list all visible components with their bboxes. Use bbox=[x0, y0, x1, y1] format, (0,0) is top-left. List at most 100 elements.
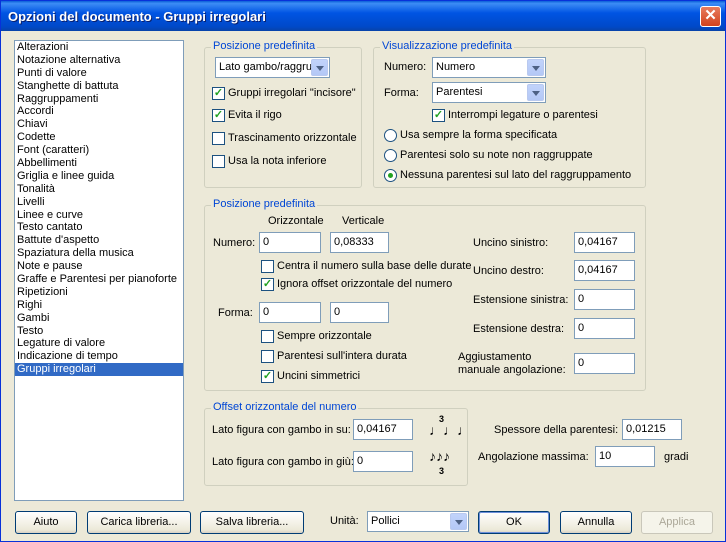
left-hook-label: Uncino sinistro: bbox=[473, 237, 549, 249]
manual-slope-input[interactable]: 0 bbox=[574, 353, 635, 374]
shape-display-dropdown[interactable]: Parentesi bbox=[432, 82, 546, 103]
list-item[interactable]: Battute d'aspetto bbox=[15, 234, 183, 247]
number-display-dropdown[interactable]: Numero bbox=[432, 57, 546, 78]
list-item[interactable]: Griglia e linee guida bbox=[15, 170, 183, 183]
list-item[interactable]: Testo bbox=[15, 325, 183, 338]
number-vertical-input[interactable]: 0,08333 bbox=[330, 232, 389, 253]
number-horizontal-input[interactable]: 0 bbox=[259, 232, 321, 253]
break-slurs-label: Interrompi legature o parentesi bbox=[448, 109, 598, 121]
list-item[interactable]: Linee e curve bbox=[15, 209, 183, 222]
list-item[interactable]: Alterazioni bbox=[15, 41, 183, 54]
radio-always-shape[interactable] bbox=[384, 129, 397, 142]
triplet-up-notes: ♩♩♩ bbox=[429, 422, 471, 438]
break-slurs-checkbox[interactable]: ✓ bbox=[432, 109, 445, 122]
dialog-window: Opzioni del documento - Gruppi irregolar… bbox=[0, 0, 726, 542]
bracket-thickness-label: Spessore della parentesi: bbox=[494, 424, 619, 436]
col-vertical-label: Verticale bbox=[342, 215, 385, 227]
stem-up-offset-input[interactable]: 0,04167 bbox=[353, 419, 413, 440]
list-item[interactable]: Indicazione di tempo bbox=[15, 350, 183, 363]
radio-unbeamed-only[interactable] bbox=[384, 149, 397, 162]
list-item[interactable]: Ripetizioni bbox=[15, 286, 183, 299]
placement-dropdown[interactable]: Lato gambo/raggru bbox=[215, 57, 330, 78]
center-number-checkbox[interactable] bbox=[261, 260, 274, 273]
close-button[interactable]: ✕ bbox=[700, 6, 721, 27]
list-item[interactable]: Codette bbox=[15, 131, 183, 144]
number-display-value: Numero bbox=[436, 61, 476, 73]
list-item[interactable]: Testo cantato bbox=[15, 221, 183, 234]
left-extension-input[interactable]: 0 bbox=[574, 289, 635, 310]
manual-slope-label-line1: Aggiustamento bbox=[458, 351, 532, 363]
list-item[interactable]: Notazione alternativa bbox=[15, 54, 183, 67]
placement-value: Lato gambo/raggru bbox=[219, 61, 312, 73]
shape-horizontal-input[interactable]: 0 bbox=[259, 302, 321, 323]
stem-up-label: Lato figura con gambo in su: bbox=[212, 424, 351, 436]
category-list[interactable]: Alterazioni Notazione alternativa Punti di… bbox=[14, 40, 184, 501]
radio-no-bracket-beam-side-label: Nessuna parentesi sul lato del raggruppa… bbox=[400, 169, 632, 181]
list-item[interactable]: Chiavi bbox=[15, 118, 183, 131]
shape-display-label: Forma: bbox=[384, 87, 419, 99]
center-number-label: Centra il numero sulla base delle durate bbox=[277, 260, 472, 272]
horizontal-drag-checkbox[interactable] bbox=[212, 132, 225, 145]
list-item[interactable]: Legature di valore bbox=[15, 337, 183, 350]
load-library-button[interactable]: Carica libreria... bbox=[87, 511, 191, 534]
help-button[interactable]: Aiuto bbox=[15, 511, 77, 534]
symmetric-hooks-checkbox[interactable]: ✓ bbox=[261, 370, 274, 383]
stem-down-offset-input[interactable]: 0 bbox=[353, 451, 413, 472]
list-item[interactable]: Graffe e Parentesi per pianoforte bbox=[15, 273, 183, 286]
radio-unbeamed-only-label: Parentesi solo su note non raggruppate bbox=[400, 149, 593, 161]
avoid-staff-label: Evita il rigo bbox=[228, 109, 282, 121]
list-item[interactable]: Note e pause bbox=[15, 260, 183, 273]
always-horizontal-label: Sempre orizzontale bbox=[277, 330, 372, 342]
list-item[interactable]: Gruppi irregolari bbox=[15, 363, 183, 377]
chevron-down-icon[interactable] bbox=[311, 59, 328, 76]
number-position-label: Numero: bbox=[213, 237, 256, 249]
number-display-label: Numero: bbox=[384, 61, 427, 73]
list-item[interactable]: Gambi bbox=[15, 312, 183, 325]
max-slope-input[interactable]: 10 bbox=[595, 446, 655, 467]
left-hook-input[interactable]: 0,04167 bbox=[574, 232, 635, 253]
list-item[interactable]: Abbellimenti bbox=[15, 157, 183, 170]
shape-vertical-input[interactable]: 0 bbox=[330, 302, 389, 323]
list-item[interactable]: Livelli bbox=[15, 196, 183, 209]
use-bottom-note-label: Usa la nota inferiore bbox=[228, 155, 327, 167]
triplet-down-notes: ♪♪♪ bbox=[429, 448, 450, 464]
list-item[interactable]: Raggruppamenti bbox=[15, 93, 183, 106]
triplet-stem-up-icon: 3 ♩♩♩ bbox=[429, 414, 471, 439]
avoid-staff-checkbox[interactable]: ✓ bbox=[212, 109, 225, 122]
chevron-down-icon[interactable] bbox=[527, 84, 544, 101]
bracket-thickness-input[interactable]: 0,01215 bbox=[622, 419, 682, 440]
radio-always-shape-label: Usa sempre la forma specificata bbox=[400, 129, 558, 141]
window-title: Opzioni del documento - Gruppi irregolar… bbox=[8, 9, 266, 24]
chevron-down-icon[interactable] bbox=[450, 513, 467, 530]
save-library-button[interactable]: Salva libreria... bbox=[200, 511, 304, 534]
ignore-offset-checkbox[interactable]: ✓ bbox=[261, 278, 274, 291]
engraver-tuplets-checkbox[interactable]: ✓ bbox=[212, 87, 225, 100]
ignore-offset-label: Ignora offset orizzontale del numero bbox=[277, 278, 453, 290]
list-item[interactable]: Punti di valore bbox=[15, 67, 183, 80]
list-item[interactable]: Font (caratteri) bbox=[15, 144, 183, 157]
list-item[interactable]: Tonalità bbox=[15, 183, 183, 196]
bracket-full-duration-checkbox[interactable] bbox=[261, 350, 274, 363]
radio-no-bracket-beam-side[interactable] bbox=[384, 169, 397, 182]
max-slope-label: Angolazione massima: bbox=[478, 451, 589, 463]
right-extension-label: Estensione destra: bbox=[473, 323, 565, 335]
title-bar[interactable]: Opzioni del documento - Gruppi irregolar… bbox=[1, 1, 725, 31]
units-value: Pollici bbox=[371, 515, 400, 527]
always-horizontal-checkbox[interactable] bbox=[261, 330, 274, 343]
list-item[interactable]: Stanghette di battuta bbox=[15, 80, 183, 93]
use-bottom-note-checkbox[interactable] bbox=[212, 155, 225, 168]
list-item[interactable]: Righi bbox=[15, 299, 183, 312]
ok-button[interactable]: OK bbox=[478, 511, 550, 534]
horizontal-drag-label: Trascinamento orizzontale bbox=[228, 132, 357, 144]
list-item[interactable]: Accordi bbox=[15, 105, 183, 118]
right-hook-label: Uncino destro: bbox=[473, 265, 544, 277]
cancel-button[interactable]: Annulla bbox=[560, 511, 632, 534]
shape-position-label: Forma: bbox=[218, 307, 253, 319]
group-legend: Visualizzazione predefinita bbox=[380, 40, 515, 52]
chevron-down-icon[interactable] bbox=[527, 59, 544, 76]
units-dropdown[interactable]: Pollici bbox=[367, 511, 469, 532]
right-extension-input[interactable]: 0 bbox=[574, 318, 635, 339]
apply-button[interactable]: Applica bbox=[641, 511, 713, 534]
list-item[interactable]: Spaziatura della musica bbox=[15, 247, 183, 260]
right-hook-input[interactable]: 0,04167 bbox=[574, 260, 635, 281]
